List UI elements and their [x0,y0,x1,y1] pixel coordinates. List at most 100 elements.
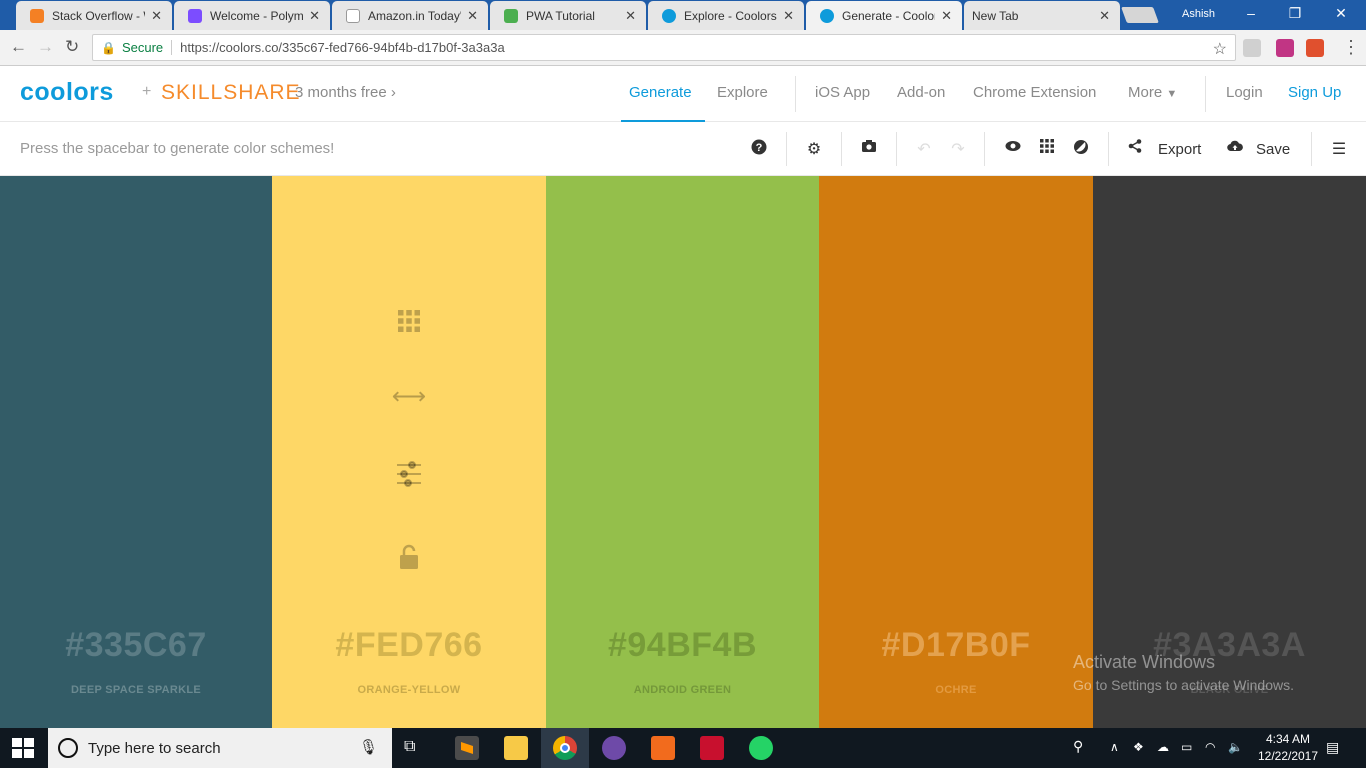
amazon-favicon-icon [346,8,360,23]
back-arrow-icon[interactable]: ← [10,37,27,57]
export-button[interactable]: Export [1158,141,1201,158]
divider [1205,76,1206,112]
close-tab-icon[interactable]: ✕ [151,8,162,24]
nav-sign-up[interactable]: Sign Up [1288,84,1341,101]
polymer-favicon-icon [188,8,202,23]
profile-name[interactable]: Ashish [1182,8,1215,20]
close-tab-icon[interactable]: ✕ [783,8,794,24]
nav-more[interactable]: More ▼ [1128,84,1177,101]
color-name: OCHRE [935,684,977,696]
color-swatch[interactable]: #3A3A3A BLACK OLIVE [1093,176,1366,728]
redo-icon[interactable]: ↷ [947,139,969,159]
help-icon[interactable]: ? [748,139,770,160]
settings-gear-icon[interactable]: ⚙ [803,139,825,159]
tab-label: Welcome - Polyme [210,8,304,23]
close-tab-icon[interactable]: ✕ [309,8,320,24]
chrome-center [560,743,570,753]
grid-view-icon[interactable] [1036,139,1058,158]
undo-icon[interactable]: ↶ [913,139,935,159]
color-swatch[interactable]: #335C67 DEEP SPACE SPARKLE [0,176,272,728]
color-swatch[interactable]: #D17B0F OCHRE [819,176,1093,728]
bookmark-star-icon[interactable]: ☆ [1213,39,1227,59]
nav-login[interactable]: Login [1226,84,1263,101]
hex-code[interactable]: #D17B0F [819,626,1093,665]
save-button[interactable]: Save [1256,141,1290,158]
wifi-icon[interactable]: ◠ [1205,740,1215,754]
pdf-extension-icon[interactable] [1243,39,1261,57]
whatsapp-icon[interactable] [749,736,773,760]
task-view-icon[interactable]: ⧉ [404,738,415,756]
instagram-extension-icon[interactable] [1276,39,1294,57]
hex-code[interactable]: #335C67 [0,626,272,665]
browser-tab[interactable]: Amazon.in Today's ✕ [332,1,488,30]
dropbox-icon[interactable]: ❖ [1133,740,1144,754]
nav-add-on[interactable]: Add-on [897,84,945,101]
hex-code[interactable]: #FED766 [272,626,546,665]
office-extension-icon[interactable] [1306,39,1324,57]
address-bar[interactable]: 🔒 Secure https://coolors.co/335c67-fed76… [92,34,1236,61]
nav-chrome-extension[interactable]: Chrome Extension [973,84,1096,101]
acrobat-icon[interactable] [700,736,724,760]
new-tab-button[interactable] [1121,7,1159,23]
cloud-upload-icon[interactable] [1224,139,1246,157]
nav-explore[interactable]: Explore [717,84,768,101]
close-tab-icon[interactable]: ✕ [467,8,478,24]
browser-tab[interactable]: Stack Overflow - W ✕ [16,1,172,30]
color-swatch[interactable]: ⟷ #FED766 ORANGE-YELLOW [272,176,546,728]
divider [795,76,796,112]
volume-icon[interactable]: 🔈 [1228,740,1243,754]
color-swatch[interactable]: #94BF4B ANDROID GREEN [546,176,819,728]
hex-code[interactable]: #94BF4B [546,626,819,665]
windows-taskbar: Type here to search 🎙 ⧉ ⚲ ∧ ❖ ☁ ▭ ◠ 🔈 4:… [0,728,1366,768]
nav-ios-app[interactable]: iOS App [815,84,870,101]
browser-menu-icon[interactable]: ⋮ [1342,37,1360,58]
windows-start-icon[interactable] [12,738,34,758]
battery-icon[interactable]: ▭ [1181,740,1192,754]
secure-label: Secure [122,40,173,55]
drag-grid-icon[interactable] [272,310,546,339]
camera-icon[interactable] [858,139,880,158]
file-explorer-icon[interactable] [504,736,528,760]
browser-tab[interactable]: Explore - Coolors.c ✕ [648,1,804,30]
eye-icon[interactable] [1002,139,1024,157]
divider [786,132,787,166]
forward-arrow-icon[interactable]: → [37,37,54,57]
sublime-text-icon[interactable] [455,736,479,760]
hamburger-menu-icon[interactable]: ☰ [1328,139,1350,159]
action-center-icon[interactable]: ▤ [1326,739,1339,756]
microphone-icon[interactable]: 🎙 [359,738,378,756]
github-desktop-icon[interactable] [602,736,626,760]
show-hidden-icons-icon[interactable]: ∧ [1110,740,1119,754]
close-tab-icon[interactable]: ✕ [941,8,952,24]
onedrive-icon[interactable]: ☁ [1157,740,1169,754]
restore-icon[interactable]: ❐ [1285,5,1305,22]
site-header: coolors + SKILLSHARE 3 months free › Gen… [0,66,1366,122]
clock-time[interactable]: 4:34 AM [1258,732,1318,746]
browser-tab[interactable]: New Tab ✕ [964,1,1120,30]
share-icon[interactable] [1124,139,1146,158]
skillshare-logo[interactable]: SKILLSHARE [161,81,301,105]
divider [841,132,842,166]
browser-tab[interactable]: Welcome - Polyme ✕ [174,1,330,30]
clock-date[interactable]: 12/22/2017 [1252,749,1324,763]
unlock-icon[interactable] [272,544,546,577]
adjust-contrast-icon[interactable] [1070,139,1092,160]
minimize-icon[interactable]: – [1241,5,1261,21]
chrome-icon[interactable] [553,736,577,760]
promo-link[interactable]: 3 months free › [295,84,396,101]
taskbar-search-box[interactable]: Type here to search 🎙 [48,728,392,768]
promo-text: 3 months free [295,84,387,101]
close-window-icon[interactable]: ✕ [1331,5,1351,22]
adjust-sliders-icon[interactable] [272,460,546,495]
url-text[interactable]: https://coolors.co/335c67-fed766-94bf4b-… [180,40,505,55]
reload-icon[interactable]: ↻ [65,37,79,57]
close-tab-icon[interactable]: ✕ [625,8,636,24]
nav-generate[interactable]: Generate [629,84,692,101]
xampp-icon[interactable] [651,736,675,760]
move-arrows-icon[interactable]: ⟷ [272,382,546,411]
coolors-logo[interactable]: coolors [20,78,114,107]
people-icon[interactable]: ⚲ [1073,738,1083,755]
browser-tab-active[interactable]: Generate - Coolor ✕ [806,1,962,30]
browser-tab[interactable]: PWA Tutorial ✕ [490,1,646,30]
close-tab-icon[interactable]: ✕ [1099,8,1110,24]
